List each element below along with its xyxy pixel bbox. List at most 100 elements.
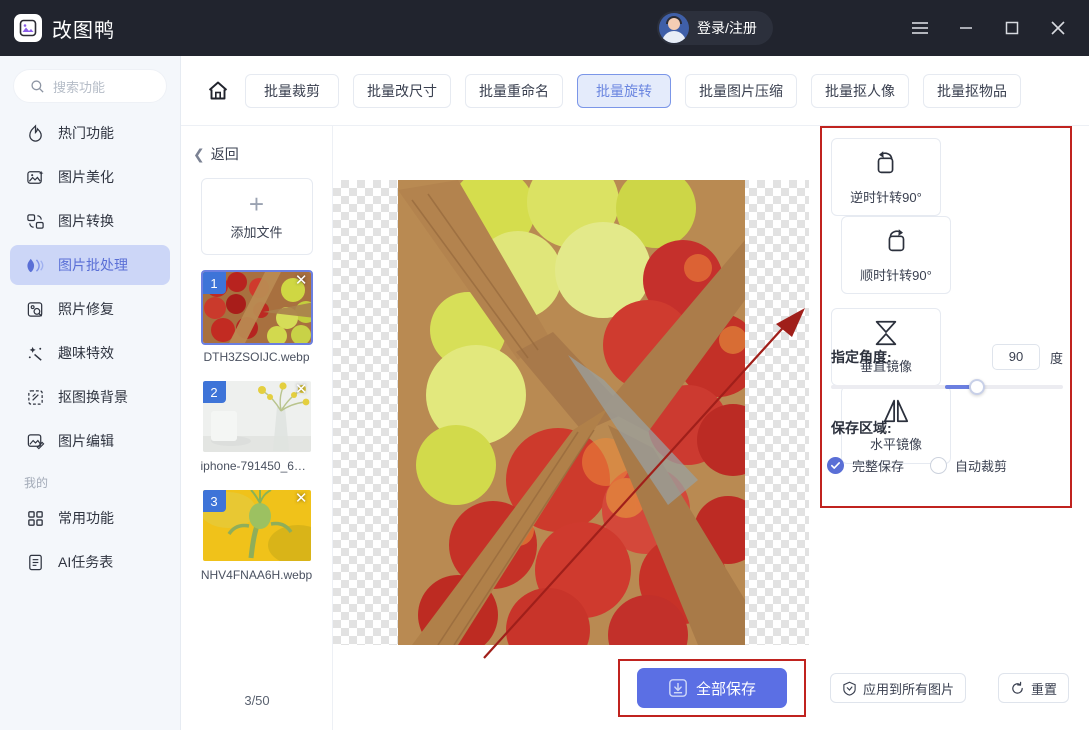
file-thumbnail[interactable]: 3 ✕ bbox=[201, 488, 313, 563]
edit-image-icon bbox=[24, 430, 46, 452]
radio-full-save[interactable]: 完整保存 bbox=[827, 456, 904, 475]
close-icon[interactable] bbox=[1035, 0, 1081, 56]
convert-icon bbox=[24, 210, 46, 232]
sidebar-item-label: AI任务表 bbox=[58, 554, 114, 570]
file-index-badge: 3 bbox=[202, 490, 226, 512]
slider-thumb[interactable] bbox=[969, 379, 985, 395]
add-file-label: 添加文件 bbox=[230, 225, 283, 240]
sidebar-item-editor[interactable]: 图片编辑 bbox=[10, 421, 170, 461]
sidebar-item-ai-tasks[interactable]: AI任务表 bbox=[10, 542, 170, 582]
preview-image bbox=[398, 180, 745, 645]
angle-row: 指定角度: 90 度 bbox=[831, 344, 1063, 370]
minimize-icon[interactable] bbox=[943, 0, 989, 56]
search-placeholder: 搜索功能 bbox=[53, 79, 106, 95]
radio-full-save-label: 完整保存 bbox=[852, 459, 905, 474]
window-controls bbox=[897, 0, 1089, 56]
login-label: 登录/注册 bbox=[697, 20, 757, 36]
sidebar-item-label: 图片编辑 bbox=[58, 433, 114, 449]
tab-batch-cutout-person[interactable]: 批量抠人像 bbox=[811, 73, 909, 108]
tab-batch-compress[interactable]: 批量图片压缩 bbox=[685, 73, 797, 108]
file-name: NHV4FNAA6H.webp bbox=[200, 568, 313, 582]
hamburger-icon[interactable] bbox=[897, 0, 943, 56]
save-all-button[interactable]: 全部保存 bbox=[637, 668, 787, 708]
file-thumbnail[interactable]: 1 ✕ bbox=[200, 270, 313, 345]
radio-auto-crop-label: 自动裁剪 bbox=[955, 459, 1008, 474]
radio-auto-crop[interactable]: 自动裁剪 bbox=[930, 456, 1007, 475]
rotate-cw-button[interactable]: 顺时针转90° bbox=[841, 216, 951, 294]
list-item[interactable]: 2 ✕ iphone-791450_640.j... bbox=[201, 379, 313, 473]
tab-batch-rename[interactable]: 批量重命名 bbox=[465, 73, 563, 108]
save-area-label: 保存区域: bbox=[831, 420, 892, 436]
rotate-cw-label: 顺时针转90° bbox=[860, 268, 932, 283]
sidebar-item-hot[interactable]: 热门功能 bbox=[10, 113, 170, 153]
sidebar-item-beautify[interactable]: 图片美化 bbox=[10, 157, 170, 197]
sidebar-item-cutout[interactable]: 抠图换背景 bbox=[10, 377, 170, 417]
rotate-ccw-label: 逆时针转90° bbox=[850, 190, 922, 205]
sidebar-item-label: 照片修复 bbox=[58, 301, 114, 317]
sidebar: 搜索功能 热门功能 图片美化 图片转换 图片批处理 照片修复 趣味特效 抠图换背… bbox=[0, 56, 181, 730]
rotate-buttons-grid: 逆时针转90° 顺时针转90° 垂直镜像 水平镜像 bbox=[831, 138, 1063, 464]
image-preview-canvas[interactable] bbox=[333, 180, 809, 645]
remove-file-icon[interactable]: ✕ bbox=[295, 273, 308, 289]
refresh-icon bbox=[1012, 681, 1023, 694]
tab-batch-rotate[interactable]: 批量旋转 bbox=[577, 73, 671, 108]
angle-input[interactable]: 90 bbox=[991, 344, 1040, 370]
apply-to-all-button[interactable]: 应用到所有图片 bbox=[830, 673, 967, 703]
search-input[interactable]: 搜索功能 bbox=[13, 69, 167, 103]
app-window: 改图鸭 登录/注册 搜索功能 热门功能 图片美化 图片转换 图片批处理 照片修复… bbox=[0, 0, 1089, 730]
download-icon bbox=[669, 679, 687, 697]
back-button[interactable]: ❮ 返回 bbox=[193, 144, 332, 164]
file-name: DTH3ZSOIJC.webp bbox=[203, 350, 310, 364]
tab-batch-cutout-object[interactable]: 批量抠物品 bbox=[923, 73, 1021, 108]
list-item[interactable]: 1 ✕ DTH3ZSOIJC.webp bbox=[200, 270, 313, 364]
tab-batch-crop[interactable]: 批量裁剪 bbox=[245, 73, 339, 108]
back-label: 返回 bbox=[210, 146, 239, 162]
sidebar-item-label: 图片批处理 bbox=[58, 257, 128, 273]
sidebar-item-convert[interactable]: 图片转换 bbox=[10, 201, 170, 241]
sidebar-item-label: 热门功能 bbox=[58, 125, 114, 141]
batch-icon bbox=[24, 254, 46, 276]
image-sparkle-icon bbox=[24, 166, 46, 188]
sidebar-item-label: 图片转换 bbox=[58, 213, 114, 229]
save-all-label: 全部保存 bbox=[695, 680, 756, 698]
rotate-ccw-icon bbox=[877, 151, 894, 174]
sidebar-item-batch[interactable]: 图片批处理 bbox=[10, 245, 170, 285]
angle-unit: 度 bbox=[1049, 350, 1063, 366]
app-logo: 改图鸭 bbox=[14, 14, 115, 43]
tab-batch-resize[interactable]: 批量改尺寸 bbox=[353, 73, 451, 108]
angle-slider[interactable] bbox=[831, 379, 1063, 395]
plus-icon: + bbox=[248, 189, 265, 219]
reset-label: 重置 bbox=[1031, 681, 1058, 697]
add-file-button[interactable]: + 添加文件 bbox=[200, 178, 313, 255]
list-item[interactable]: 3 ✕ NHV4FNAA6H.webp bbox=[201, 488, 313, 582]
sidebar-nav: 热门功能 图片美化 图片转换 图片批处理 照片修复 趣味特效 抠图换背景 图片编… bbox=[0, 113, 180, 582]
remove-file-icon[interactable]: ✕ bbox=[295, 382, 308, 398]
file-thumbnail[interactable]: 2 ✕ bbox=[201, 379, 313, 454]
sidebar-item-effects[interactable]: 趣味特效 bbox=[10, 333, 170, 373]
rotation-settings-panel: 逆时针转90° 顺时针转90° 垂直镜像 水平镜像 指定角度: 90 度 保存区… bbox=[809, 126, 1089, 730]
sidebar-item-common[interactable]: 常用功能 bbox=[10, 498, 170, 538]
avatar bbox=[659, 13, 689, 43]
title-bar: 改图鸭 登录/注册 bbox=[0, 0, 1089, 56]
radio-selected-icon bbox=[827, 457, 844, 474]
tab-bar: 批量裁剪 批量改尺寸 批量重命名 批量旋转 批量图片压缩 批量抠人像 批量抠物品 bbox=[181, 56, 1089, 126]
search-icon bbox=[31, 79, 44, 93]
rotate-ccw-button[interactable]: 逆时针转90° bbox=[831, 138, 941, 216]
login-button[interactable]: 登录/注册 bbox=[657, 11, 773, 45]
sidebar-item-repair[interactable]: 照片修复 bbox=[10, 289, 170, 329]
angle-label: 指定角度: bbox=[831, 349, 892, 365]
save-area-radio-group: 完整保存 自动裁剪 bbox=[827, 456, 1007, 475]
reset-button[interactable]: 重置 bbox=[998, 673, 1070, 703]
remove-file-icon[interactable]: ✕ bbox=[295, 491, 308, 507]
file-counter: 3/50 bbox=[244, 693, 270, 708]
cutout-icon bbox=[24, 386, 46, 408]
file-index-badge: 1 bbox=[202, 272, 226, 294]
home-icon[interactable] bbox=[205, 78, 231, 104]
flip-vertical-icon bbox=[875, 320, 897, 346]
file-list-panel: ❮ 返回 + 添加文件 1 ✕ DTH3ZSOIJC.webp 2 ✕ ipho… bbox=[181, 126, 333, 730]
logo-icon bbox=[14, 14, 42, 42]
app-title: 改图鸭 bbox=[52, 19, 115, 42]
maximize-icon[interactable] bbox=[989, 0, 1035, 56]
sidebar-item-label: 常用功能 bbox=[58, 510, 114, 526]
rotate-cw-icon bbox=[888, 229, 905, 252]
